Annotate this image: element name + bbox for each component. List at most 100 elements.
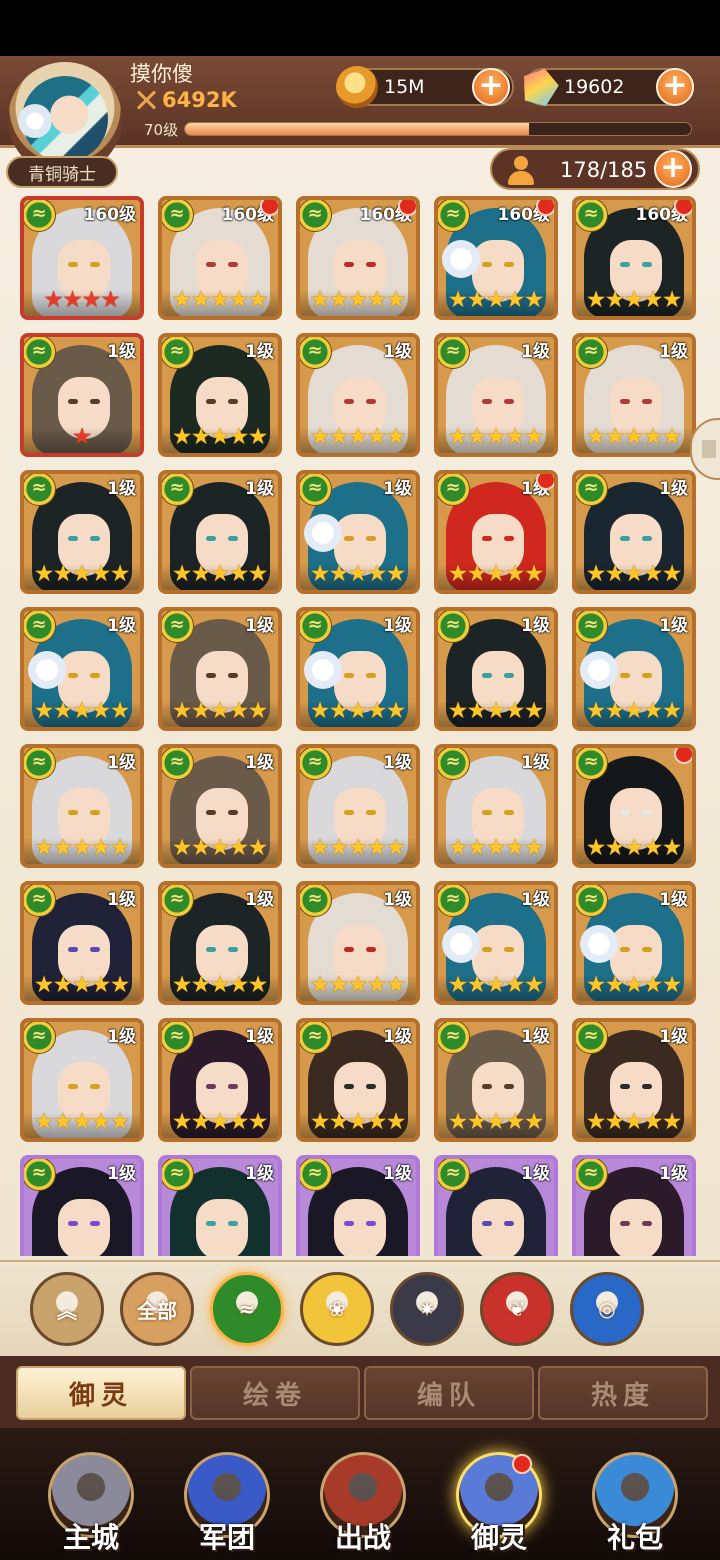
hero-card[interactable]: ≈1级: [572, 1155, 696, 1256]
hero-card[interactable]: ≈160级: [20, 196, 144, 320]
hero-card[interactable]: ≈1级: [20, 470, 144, 594]
add-gems-button[interactable]: +: [656, 68, 694, 106]
star-rating: [300, 564, 416, 590]
hero-card[interactable]: ≈1级: [158, 333, 282, 457]
hero-eye: [90, 399, 100, 404]
star-icon: [505, 290, 526, 311]
hero-card[interactable]: ≈1级: [434, 881, 558, 1005]
hero-card[interactable]: ≈1级: [20, 881, 144, 1005]
nav-item-3[interactable]: 御灵: [434, 1428, 564, 1560]
green-faction-icon: ≈: [300, 474, 332, 506]
tab-1[interactable]: 绘卷: [190, 1366, 360, 1420]
hero-eye: [620, 673, 630, 678]
hero-card[interactable]: ≈1级: [296, 607, 420, 731]
hero-card[interactable]: ≈1级: [434, 1018, 558, 1142]
hero-card[interactable]: ≈1级: [296, 333, 420, 457]
hero-card[interactable]: ≈1级: [20, 333, 144, 457]
hero-card[interactable]: ≈160级: [434, 196, 558, 320]
hero-card[interactable]: ≈1级: [158, 607, 282, 731]
star-icon: [329, 427, 350, 448]
hero-card[interactable]: ≈1级: [158, 470, 282, 594]
filter-gold-rose-button[interactable]: ❀: [300, 1272, 374, 1346]
hero-card[interactable]: ≈1级: [296, 470, 420, 594]
hero-card[interactable]: ≈1级: [572, 470, 696, 594]
filter-red-phoenix-button[interactable]: ❦: [480, 1272, 554, 1346]
dark-star-icon: ✷: [418, 1297, 436, 1321]
hero-card[interactable]: ≈1级: [434, 1155, 558, 1256]
collapse-filter-button[interactable]: ︽: [30, 1272, 104, 1346]
hero-eye: [642, 262, 652, 267]
star-icon: [100, 290, 121, 311]
star-icon: [448, 701, 469, 722]
hero-card[interactable]: ≈1级: [434, 470, 558, 594]
star-icon: [367, 564, 388, 585]
hero-card[interactable]: ≈160级: [296, 196, 420, 320]
hero-card[interactable]: ≈1级: [434, 744, 558, 868]
star-icon: [505, 975, 526, 996]
hero-card[interactable]: ≈160级: [572, 196, 696, 320]
hero-card[interactable]: ≈1级: [434, 333, 558, 457]
filter-blue-wave-button[interactable]: ◎: [570, 1272, 644, 1346]
hero-eye: [206, 262, 216, 267]
hero-card[interactable]: ≈1级: [158, 1155, 282, 1256]
add-gold-button[interactable]: +: [472, 68, 510, 106]
hero-card[interactable]: ≈1级: [572, 881, 696, 1005]
hero-card[interactable]: ≈1级: [158, 881, 282, 1005]
green-faction-icon: ≈: [438, 474, 470, 506]
star-icon: [72, 975, 93, 996]
hero-card[interactable]: ≈: [572, 744, 696, 868]
star-icon: [624, 290, 645, 311]
roster-count: 178/185: [560, 158, 648, 182]
star-icon: [367, 975, 388, 996]
star-icon: [310, 290, 331, 311]
star-icon: [467, 975, 488, 996]
hero-card[interactable]: ≈1级: [572, 607, 696, 731]
star-icon: [367, 290, 388, 311]
star-icon: [310, 701, 331, 722]
hero-card[interactable]: ≈1级: [296, 1018, 420, 1142]
hero-card[interactable]: ≈1级: [296, 744, 420, 868]
hero-card[interactable]: ≈1级: [158, 1018, 282, 1142]
star-icon: [172, 838, 193, 859]
hero-card[interactable]: ≈1级: [572, 333, 696, 457]
hero-card[interactable]: ≈1级: [296, 881, 420, 1005]
nav-item-1[interactable]: 军团: [162, 1428, 292, 1560]
hero-eye: [366, 536, 376, 541]
hero-card[interactable]: ≈1级: [20, 1018, 144, 1142]
nav-item-4[interactable]: 礼包: [570, 1428, 700, 1560]
hero-level: 1级: [659, 1164, 688, 1184]
star-rating: [576, 701, 692, 727]
tab-3[interactable]: 热度: [538, 1366, 708, 1420]
star-icon: [662, 701, 683, 722]
star-icon: [191, 564, 212, 585]
hero-card[interactable]: ≈1级: [20, 744, 144, 868]
hero-card[interactable]: ≈1级: [20, 607, 144, 731]
expand-roster-button[interactable]: +: [654, 150, 692, 188]
hero-eye: [90, 1084, 100, 1089]
filter-label: 全部: [137, 1298, 177, 1323]
tab-0[interactable]: 御灵: [16, 1366, 186, 1420]
nav-item-0[interactable]: 主城: [26, 1428, 156, 1560]
star-icon: [110, 701, 131, 722]
hero-card[interactable]: ≈1级: [20, 1155, 144, 1256]
hero-level: 160级: [83, 205, 137, 225]
hero-eye: [504, 262, 514, 267]
filter-dark-star-button[interactable]: ✷: [390, 1272, 464, 1346]
hero-eye: [642, 1221, 652, 1226]
hero-card[interactable]: ≈160级: [158, 196, 282, 320]
hero-card[interactable]: ≈1级: [434, 607, 558, 731]
hero-eye: [620, 536, 630, 541]
hero-level: 1级: [107, 342, 136, 362]
plus-icon: +: [478, 68, 504, 103]
nav-item-2[interactable]: 出战: [298, 1428, 428, 1560]
hero-eye: [366, 1221, 376, 1226]
tab-2[interactable]: 编队: [364, 1366, 534, 1420]
star-icon: [329, 838, 350, 859]
hero-card[interactable]: ≈1级: [296, 1155, 420, 1256]
filter-green-faction-button[interactable]: ≈: [210, 1272, 284, 1346]
hero-card[interactable]: ≈1级: [572, 1018, 696, 1142]
filter-all-button[interactable]: 全部: [120, 1272, 194, 1346]
green-faction-icon: ≈: [24, 748, 56, 780]
star-icon: [605, 427, 626, 448]
hero-card[interactable]: ≈1级: [158, 744, 282, 868]
